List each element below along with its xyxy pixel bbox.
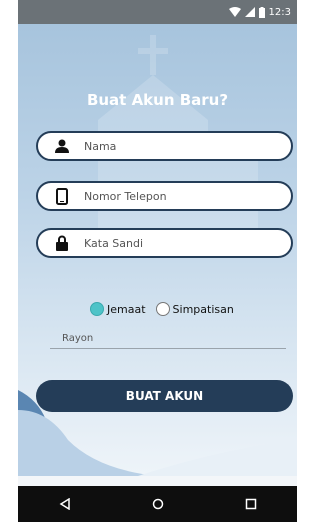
phone-input[interactable] xyxy=(82,188,276,204)
radio-jemaat-label: Jemaat xyxy=(107,302,146,316)
radio-simpatisan-dot[interactable] xyxy=(155,302,170,316)
radio-jemaat-dot[interactable] xyxy=(90,302,104,316)
wifi-icon xyxy=(228,7,241,17)
password-input[interactable] xyxy=(82,235,276,251)
page-title: Buat Akun Baru? xyxy=(86,91,229,109)
recents-icon[interactable] xyxy=(241,494,261,514)
lock-icon xyxy=(52,233,72,253)
password-field[interactable] xyxy=(36,228,293,258)
android-nav-bar xyxy=(18,486,297,522)
home-icon[interactable] xyxy=(148,494,168,514)
phone-field[interactable] xyxy=(36,181,293,211)
rayon-underline xyxy=(50,348,286,349)
battery-icon xyxy=(258,6,265,18)
status-bar: 12:3 xyxy=(18,0,297,24)
user-icon xyxy=(52,136,72,156)
back-icon[interactable] xyxy=(55,494,75,514)
phone-icon xyxy=(52,186,72,206)
create-account-button[interactable]: BUAT AKUN xyxy=(36,380,293,412)
membership-radio-group: Jemaat Simpatisan xyxy=(90,302,244,316)
name-field[interactable] xyxy=(36,131,293,161)
signal-icon xyxy=(244,7,255,17)
name-input[interactable] xyxy=(82,138,276,154)
status-time: 12:3 xyxy=(268,6,291,18)
phone-screen: 12:3 Buat Akun Baru? Jemaat Simpatisan R… xyxy=(18,0,297,522)
radio-simpatisan-label: Simpatisan xyxy=(172,302,234,316)
rayon-field-label[interactable]: Rayon xyxy=(62,333,93,344)
radio-jemaat[interactable]: Jemaat xyxy=(90,302,146,316)
radio-simpatisan[interactable]: Simpatisan xyxy=(155,302,234,316)
